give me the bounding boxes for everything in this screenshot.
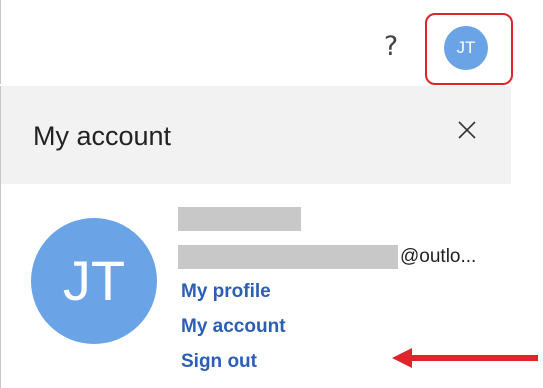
redacted-name	[178, 207, 301, 231]
help-icon[interactable]: ?	[379, 30, 403, 64]
profile-avatar: JT	[31, 218, 157, 344]
email-suffix: @outlo...	[400, 246, 477, 267]
my-profile-link[interactable]: My profile	[181, 281, 271, 303]
top-bar: ? JT	[0, 0, 543, 85]
panel-header: My account	[1, 86, 511, 184]
panel-title: My account	[33, 121, 172, 151]
sign-out-link[interactable]: Sign out	[181, 351, 257, 373]
close-icon[interactable]	[453, 116, 483, 146]
email-row: @outlo...	[178, 245, 476, 269]
account-avatar-button[interactable]: JT	[444, 26, 488, 70]
my-account-link[interactable]: My account	[181, 316, 286, 338]
highlight-box: JT	[425, 13, 513, 85]
annotation-arrow	[392, 348, 538, 368]
redacted-email	[178, 245, 398, 269]
